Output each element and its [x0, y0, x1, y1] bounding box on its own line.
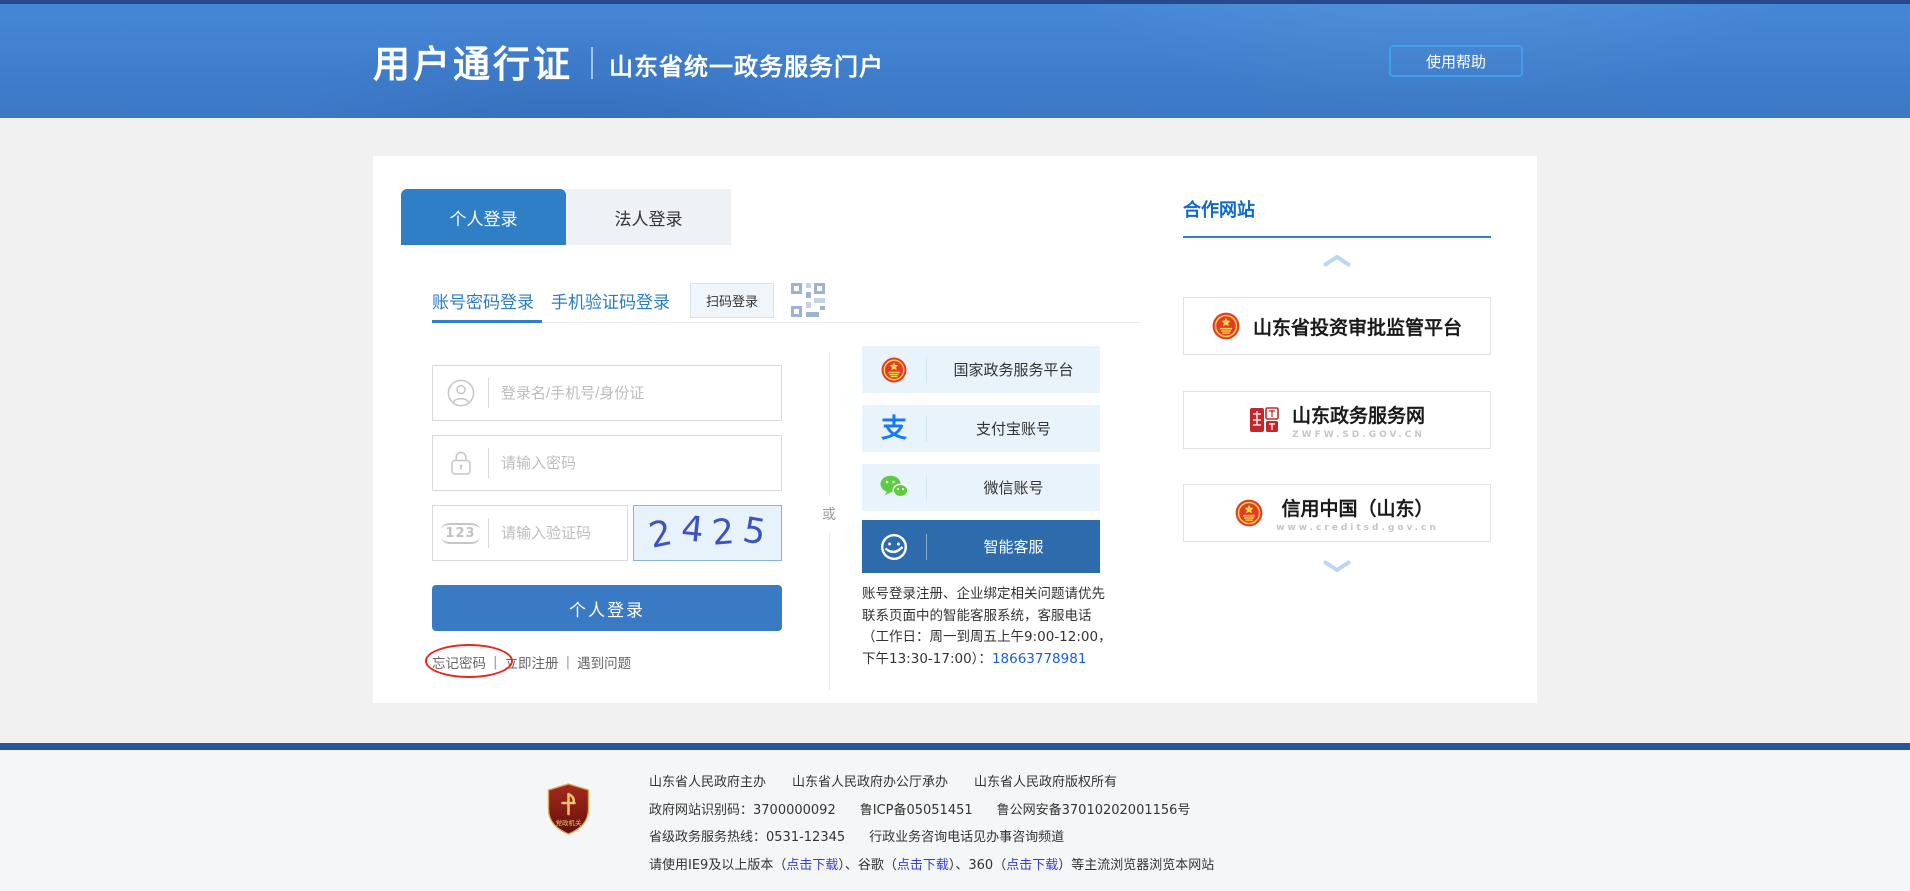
active-method-underline [432, 320, 542, 323]
tab-personal-login[interactable]: 个人登录 [401, 189, 566, 245]
or-text: 或 [820, 496, 838, 532]
username-field-wrap [432, 365, 782, 421]
customer-service-notice: 账号登录注册、企业绑定相关问题请优先联系页面中的智能客服系统，客服电话（工作日：… [862, 584, 1114, 670]
red-seal-icon [1249, 406, 1279, 434]
brand-title: 用户通行证 [373, 34, 573, 88]
user-icon [433, 379, 488, 407]
login-card: 个人登录 法人登录 账号密码登录 手机验证码登录 扫码登录 [373, 156, 1537, 703]
main-area: 个人登录 法人登录 账号密码登录 手机验证码登录 扫码登录 [0, 118, 1910, 743]
footer-line-registration: 政府网站识别码：3700000092鲁ICP备05051451鲁公网安备3701… [649, 797, 1214, 825]
footer: 党政机关 山东省人民政府主办山东省人民政府办公厅承办山东省人民政府版权所有 政府… [0, 750, 1910, 891]
login-option-national-platform[interactable]: 国家政务服务平台 [862, 346, 1100, 393]
wechat-icon [862, 474, 926, 501]
lock-icon [433, 450, 488, 477]
smart-service-icon [862, 532, 926, 562]
personal-login-button[interactable]: 个人登录 [432, 585, 782, 631]
username-input[interactable] [489, 385, 781, 402]
footer-divider-bar [0, 743, 1910, 750]
help-button[interactable]: 使用帮助 [1389, 45, 1523, 77]
download-link-360[interactable]: 点击下载 [1006, 858, 1058, 873]
portal-subtitle: 山东省统一政务服务门户 [609, 47, 884, 82]
trouble-link[interactable]: 遇到问题 [577, 652, 631, 672]
chevron-down-icon[interactable] [1322, 560, 1352, 573]
link-separator: | [493, 654, 498, 670]
footer-line-hotline: 省级政务服务热线：0531-12345行政业务咨询电话见办事咨询频道 [649, 824, 1214, 852]
captcha-field-wrap: 123 [432, 505, 628, 561]
download-link-ie[interactable]: 点击下载 [786, 858, 838, 873]
forgot-password-link[interactable]: 忘记密码 [432, 652, 486, 672]
method-password-login[interactable]: 账号密码登录 [432, 288, 534, 313]
login-option-alipay[interactable]: 支 支付宝账号 [862, 405, 1100, 452]
partner-site-credit-china[interactable]: 信用中国（山东） www.creditsd.gov.cn [1183, 484, 1491, 542]
password-field-wrap [432, 435, 782, 491]
qr-code-icon[interactable] [789, 281, 827, 319]
national-emblem-icon [862, 357, 926, 383]
government-badge-icon: 党政机关 [545, 783, 592, 879]
tab-legal-login[interactable]: 法人登录 [566, 189, 731, 245]
partner-site-investment-platform[interactable]: 山东省投资审批监管平台 [1183, 297, 1491, 355]
login-option-wechat[interactable]: 微信账号 [862, 464, 1100, 511]
chevron-up-icon[interactable] [1322, 254, 1352, 267]
national-emblem-icon [1235, 499, 1263, 527]
smart-customer-service-button[interactable]: 智能客服 [862, 520, 1100, 573]
method-qr-login[interactable]: 扫码登录 [690, 283, 774, 318]
brand-divider [591, 47, 593, 79]
partner-site-sd-gov-service[interactable]: 山东政务服务网 ZWFW.SD.GOV.CN [1183, 391, 1491, 449]
register-link[interactable]: 立即注册 [505, 652, 559, 672]
captcha-image[interactable]: 2425 [633, 505, 782, 561]
header: 用户通行证 山东省统一政务服务门户 使用帮助 [0, 4, 1910, 118]
svg-text:党政机关: 党政机关 [556, 818, 583, 827]
method-sms-login[interactable]: 手机验证码登录 [551, 288, 670, 313]
helper-links: 忘记密码 | 立即注册 | 遇到问题 [432, 652, 631, 672]
password-input[interactable] [489, 455, 781, 472]
national-emblem-icon [1212, 312, 1240, 340]
captcha-123-icon: 123 [433, 523, 488, 544]
alipay-icon: 支 [862, 416, 926, 442]
link-separator: | [566, 654, 571, 670]
download-link-chrome[interactable]: 点击下载 [897, 858, 949, 873]
service-phone-number[interactable]: 18663778981 [992, 651, 1086, 667]
captcha-input[interactable] [489, 525, 627, 542]
partners-title: 合作网站 [1183, 196, 1255, 222]
footer-line-browsers: 请使用IE9及以上版本（点击下载）、谷歌（点击下载）、360（点击下载）等主流浏… [649, 852, 1214, 880]
partners-title-underline [1183, 236, 1491, 238]
footer-line-sponsor: 山东省人民政府主办山东省人民政府办公厅承办山东省人民政府版权所有 [649, 769, 1214, 797]
login-methods: 账号密码登录 手机验证码登录 扫码登录 [432, 282, 827, 318]
